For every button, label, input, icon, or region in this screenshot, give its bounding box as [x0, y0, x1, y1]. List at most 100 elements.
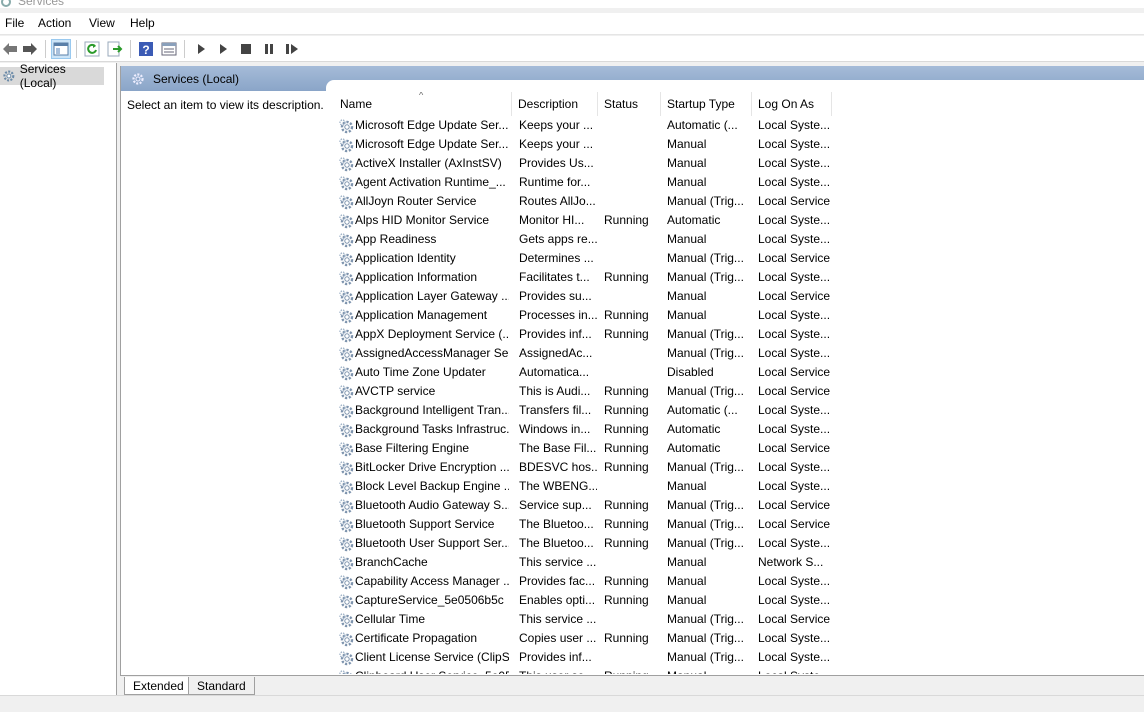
service-description: Provides inf...	[519, 327, 592, 341]
service-log-on-as: Local Syste...	[758, 536, 831, 550]
menu-action[interactable]: Action	[36, 16, 73, 30]
service-description: Provides su...	[519, 289, 592, 303]
service-startup-type: Manual (Trig...	[667, 251, 744, 265]
service-status: Running	[604, 536, 649, 550]
table-row[interactable]: Bluetooth Support Service The Bluetoo... R…	[334, 515, 1144, 534]
toolbar-separator	[45, 40, 46, 58]
service-startup-type: Manual (Trig...	[667, 460, 744, 474]
service-gear-icon	[337, 382, 355, 401]
table-row[interactable]: Cellular Time This service ... Manual (Tri…	[334, 610, 1144, 629]
table-row[interactable]: Alps HID Monitor Service Monitor HI... Run…	[334, 211, 1144, 230]
service-gear-icon	[337, 268, 355, 287]
service-name: Bluetooth Audio Gateway S...	[355, 498, 509, 512]
service-log-on-as: Local Syste...	[758, 593, 831, 607]
table-row[interactable]: Microsoft Edge Update Ser... Keeps your .…	[334, 116, 1144, 135]
table-row[interactable]: Application Information Facilitates t... R…	[334, 268, 1144, 287]
service-status	[604, 230, 660, 249]
description-panel-text: Select an item to view its description.	[127, 98, 324, 112]
table-row[interactable]: Background Intelligent Tran... Transfers …	[334, 401, 1144, 420]
start-service-icon[interactable]	[191, 39, 211, 59]
tab-extended[interactable]: Extended	[124, 677, 193, 695]
service-startup-type: Manual (Trig...	[667, 194, 744, 208]
table-row[interactable]: Auto Time Zone Updater Automatica... Disab…	[334, 363, 1144, 382]
table-row[interactable]: Base Filtering Engine The Base Fil... Runn…	[334, 439, 1144, 458]
toolbar: ?	[0, 36, 1144, 62]
column-header-name[interactable]: Name ^	[334, 92, 512, 116]
service-startup-type: Automatic	[667, 422, 721, 436]
service-status	[604, 610, 660, 629]
refresh-icon[interactable]	[82, 39, 102, 59]
list-top-edge	[326, 80, 1144, 92]
tree-item-services-local[interactable]: Services (Local)	[0, 62, 104, 90]
menu-help[interactable]: Help	[128, 16, 157, 30]
table-row[interactable]: BitLocker Drive Encryption ... BDESVC hos…	[334, 458, 1144, 477]
service-gear-icon	[337, 496, 355, 515]
table-row[interactable]: Application Layer Gateway ... Provides su…	[334, 287, 1144, 306]
table-row[interactable]: AssignedAccessManager Se... AssignedAc...…	[334, 344, 1144, 363]
stop-service-icon[interactable]	[236, 39, 256, 59]
services-gear-icon	[1, 0, 11, 7]
start-service-alt-icon[interactable]	[213, 39, 233, 59]
service-name: Application Layer Gateway ...	[355, 289, 509, 303]
column-header-status[interactable]: Status	[598, 92, 661, 116]
column-header-startup-type[interactable]: Startup Type	[661, 92, 752, 116]
table-row[interactable]: Agent Activation Runtime_... Runtime for.…	[334, 173, 1144, 192]
service-log-on-as: Local Syste...	[758, 574, 831, 588]
service-description: Monitor HI...	[519, 213, 585, 227]
table-row[interactable]: AllJoyn Router Service Routes AllJo... Man…	[334, 192, 1144, 211]
service-gear-icon	[337, 211, 355, 230]
service-description: Determines ...	[519, 251, 594, 265]
service-status	[604, 249, 660, 268]
service-name: Alps HID Monitor Service	[355, 213, 490, 227]
table-row[interactable]: Certificate Propagation Copies user ... Ru…	[334, 629, 1144, 648]
service-gear-icon	[337, 572, 355, 591]
table-row[interactable]: Background Tasks Infrastruc... Windows in…	[334, 420, 1144, 439]
column-header-log-on-as[interactable]: Log On As	[752, 92, 832, 116]
table-row[interactable]: Application Identity Determines ... Manual…	[334, 249, 1144, 268]
table-row[interactable]: AppX Deployment Service (... Provides inf…	[334, 325, 1144, 344]
service-startup-type: Manual	[667, 574, 707, 588]
table-row[interactable]: Capability Access Manager ... Provides fa…	[334, 572, 1144, 591]
service-description: This user se...	[519, 667, 597, 674]
service-log-on-as: Local Syste...	[758, 667, 838, 674]
service-status	[604, 344, 660, 363]
service-startup-type: Automatic	[667, 213, 721, 227]
forward-icon[interactable]	[20, 39, 40, 59]
menu-file[interactable]: File	[3, 16, 26, 30]
help-icon[interactable]: ?	[136, 39, 156, 59]
service-gear-icon	[337, 477, 355, 496]
show-hide-console-tree-icon[interactable]	[51, 39, 71, 59]
service-startup-type: Manual (Trig...	[667, 346, 744, 360]
back-icon[interactable]	[0, 39, 20, 59]
service-status: Running	[604, 327, 649, 341]
properties-icon[interactable]	[159, 39, 179, 59]
service-gear-icon	[337, 401, 355, 420]
column-header-description[interactable]: Description	[512, 92, 598, 116]
table-row[interactable]: Microsoft Edge Update Ser... Keeps your .…	[334, 135, 1144, 154]
service-description: Keeps your ...	[519, 118, 594, 132]
table-row[interactable]: Bluetooth Audio Gateway S... Service sup.…	[334, 496, 1144, 515]
service-startup-type: Manual (Trig...	[667, 536, 744, 550]
restart-service-icon[interactable]	[282, 39, 302, 59]
service-description: Enables opti...	[519, 593, 596, 607]
export-list-icon[interactable]	[105, 39, 125, 59]
service-startup-type: Manual	[667, 156, 707, 170]
table-row[interactable]: Block Level Backup Engine ... The WBENG..…	[334, 477, 1144, 496]
menu-view[interactable]: View	[87, 16, 117, 30]
table-row[interactable]: BranchCache This service ... Manual Network…	[334, 553, 1144, 572]
table-row[interactable]: App Readiness Gets apps re... Manual Local …	[334, 230, 1144, 249]
pause-service-icon[interactable]	[259, 39, 279, 59]
table-row[interactable]: Application Management Processes in... Run…	[334, 306, 1144, 325]
table-row[interactable]: ActiveX Installer (AxInstSV) Provides Us.…	[334, 154, 1144, 173]
table-row[interactable]: Client License Service (ClipS... Provides…	[334, 648, 1144, 667]
services-rows: Microsoft Edge Update Ser... Keeps your .…	[334, 116, 1144, 674]
table-row[interactable]: Bluetooth User Support Ser... The Bluetoo…	[334, 534, 1144, 553]
service-startup-type: Disabled	[667, 365, 714, 379]
table-row[interactable]: AVCTP service This is Audi... Running Manua…	[334, 382, 1144, 401]
table-row[interactable]: CaptureService_5e0506b5c Enables opti... R…	[334, 591, 1144, 610]
tab-standard[interactable]: Standard	[188, 677, 255, 695]
services-list[interactable]: Name ^ Description Status Startup Type L…	[334, 92, 1144, 674]
service-startup-type: Manual (Trig...	[667, 498, 744, 512]
service-gear-icon	[337, 648, 355, 667]
table-row[interactable]: Clipboard User Service_5e05... This user …	[334, 667, 1144, 674]
